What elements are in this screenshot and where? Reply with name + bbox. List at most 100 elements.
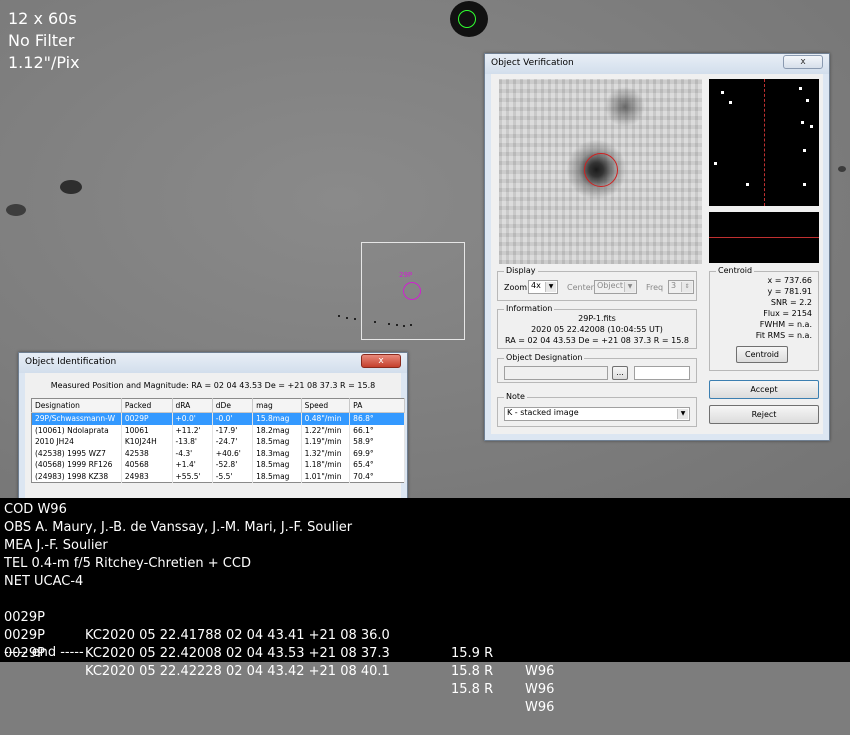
center-select[interactable]: Object ▼ xyxy=(594,280,637,294)
cell-mag: 18.2mag xyxy=(252,424,302,436)
obs-code: W96 xyxy=(525,682,555,697)
cell-designation: (10061) Ndolaprata xyxy=(31,424,122,436)
cell-dra: +1.4' xyxy=(172,459,213,471)
column-header-dra[interactable]: dRA xyxy=(172,398,213,413)
star-dot xyxy=(810,125,813,128)
centroid-fit-rms: Fit RMS = n.a. xyxy=(755,331,812,340)
table-row[interactable]: (40568) 1999 RF126 40568 +1.4' -52.8' 18… xyxy=(31,459,405,471)
profile-preview xyxy=(709,212,819,263)
report-header-line: TEL 0.4-m f/5 Ritchey-Chretien + CCD xyxy=(4,556,251,571)
designation-input[interactable] xyxy=(504,366,608,380)
object-designation-group: Object Designation ... xyxy=(497,353,697,383)
cell-dde: +40.6' xyxy=(212,447,254,459)
report-header-line: MEA J.-F. Soulier xyxy=(4,538,108,553)
centroid-snr: SNR = 2.2 xyxy=(770,298,812,307)
column-header-dde[interactable]: dDe xyxy=(212,398,254,413)
cell-pa: 65.4° xyxy=(349,459,405,471)
cell-dra: +55.5' xyxy=(172,470,213,483)
scale-label: 1.12"/Pix xyxy=(8,53,80,72)
star-dot xyxy=(803,149,806,152)
star-dot xyxy=(729,101,732,104)
cell-mag: 18.5mag xyxy=(252,459,302,471)
star xyxy=(6,204,26,216)
note-select[interactable]: K - stacked image ▼ xyxy=(504,407,690,421)
spin-arrows-icon[interactable]: ⇕ xyxy=(681,282,692,292)
star-dot xyxy=(803,183,806,186)
centroid-y: y = 781.91 xyxy=(767,287,812,296)
star-field-preview[interactable] xyxy=(709,79,819,206)
freq-label: Freq xyxy=(646,283,664,292)
reject-button[interactable]: Reject xyxy=(709,405,819,424)
table-row[interactable]: 2010 JH24 K10J24H -13.8' -24.7' 18.5mag … xyxy=(31,436,405,448)
obs-code: W96 xyxy=(525,700,555,715)
zoom-select[interactable]: 4x ▼ xyxy=(528,280,558,294)
profile-line xyxy=(709,237,819,238)
obs-code: W96 xyxy=(525,664,555,679)
accept-button[interactable]: Accept xyxy=(709,380,819,399)
object-designation-group-title: Object Designation xyxy=(504,353,585,362)
center-value: Object xyxy=(597,281,624,290)
close-button[interactable]: x xyxy=(783,55,823,69)
comet-marker-label: 29P xyxy=(399,271,413,279)
column-header-mag[interactable]: mag xyxy=(252,398,302,413)
centroid-group-title: Centroid xyxy=(716,266,755,275)
trail-dot xyxy=(388,323,390,325)
table-row[interactable]: (24983) 1998 KZ38 24983 +55.5' -5.5' 18.… xyxy=(31,470,405,483)
close-button[interactable]: x xyxy=(361,354,401,368)
cell-speed: 1.32"/min xyxy=(301,447,351,459)
cell-dde: -5.5' xyxy=(212,470,254,483)
cell-packed: 24983 xyxy=(121,470,173,483)
table-row[interactable]: 29P/Schwassmann-W 0029P +0.0' -0.0' 15.8… xyxy=(31,412,405,425)
chevron-down-icon: ▼ xyxy=(677,409,688,419)
cell-pa: 86.8° xyxy=(349,412,405,425)
candidate-table[interactable]: Designation Packed dRA dDe mag Speed PA … xyxy=(31,398,405,483)
object-identification-window[interactable]: Object Identification x Measured Positio… xyxy=(18,352,408,502)
cell-mag: 15.8mag xyxy=(252,412,302,425)
cell-designation: (24983) 1998 KZ38 xyxy=(31,470,122,483)
cell-dra: +11.2' xyxy=(172,424,213,436)
star xyxy=(60,180,82,194)
star-dot xyxy=(806,99,809,102)
browse-button[interactable]: ... xyxy=(612,366,628,380)
column-header-packed[interactable]: Packed xyxy=(121,398,173,413)
file-name: 29P-1.fits xyxy=(578,314,616,323)
window-title: Object Verification xyxy=(485,54,829,74)
cell-speed: 1.18"/min xyxy=(301,459,351,471)
crosshair-vertical xyxy=(764,79,765,206)
cell-dra: -13.8' xyxy=(172,436,213,448)
cell-dde: -52.8' xyxy=(212,459,254,471)
cell-speed: 1.22"/min xyxy=(301,424,351,436)
chevron-down-icon: ▼ xyxy=(624,282,635,292)
report-end-line: ----- end ----- xyxy=(4,645,84,660)
report-header-line: NET UCAC-4 xyxy=(4,574,84,589)
display-group: Display Zoom 4x ▼ Center Object ▼ Freq 3… xyxy=(497,266,697,301)
object-verification-window[interactable]: Object Verification x Display Zoom 4x ▼ … xyxy=(484,53,830,441)
table-row[interactable]: (10061) Ndolaprata 10061 +11.2' -17.9' 1… xyxy=(31,424,405,436)
trail-dot xyxy=(338,315,340,317)
cell-pa: 58.9° xyxy=(349,436,405,448)
zoomed-object-image[interactable] xyxy=(499,79,702,264)
centroid-button[interactable]: Centroid xyxy=(736,346,788,363)
zoom-label: Zoom xyxy=(504,283,528,292)
table-header-row: Designation Packed dRA dDe mag Speed PA xyxy=(31,398,405,413)
cell-designation: (42538) 1995 WZ7 xyxy=(31,447,122,459)
cell-packed: 0029P xyxy=(121,412,173,425)
trail-dot xyxy=(396,324,398,326)
window-body: Display Zoom 4x ▼ Center Object ▼ Freq 3… xyxy=(491,74,823,434)
column-header-pa[interactable]: PA xyxy=(349,398,405,413)
designation-code-input[interactable] xyxy=(634,366,690,380)
information-group-title: Information xyxy=(504,304,555,313)
column-header-designation[interactable]: Designation xyxy=(31,398,122,413)
column-header-speed[interactable]: Speed xyxy=(301,398,351,413)
cell-pa: 69.9° xyxy=(349,447,405,459)
freq-spinner[interactable]: 3 ⇕ xyxy=(668,280,694,294)
cell-speed: 1.01"/min xyxy=(301,470,351,483)
cell-packed: 42538 xyxy=(121,447,173,459)
centroid-x: x = 737.66 xyxy=(767,276,812,285)
note-value: K - stacked image xyxy=(507,408,579,417)
display-group-title: Display xyxy=(504,266,538,275)
cell-speed: 0.48"/min xyxy=(301,412,351,425)
report-header-line: OBS A. Maury, J.-B. de Vanssay, J.-M. Ma… xyxy=(4,520,353,535)
table-row[interactable]: (42538) 1995 WZ7 42538 -4.3' +40.6' 18.3… xyxy=(31,447,405,459)
cell-dra: -4.3' xyxy=(172,447,213,459)
